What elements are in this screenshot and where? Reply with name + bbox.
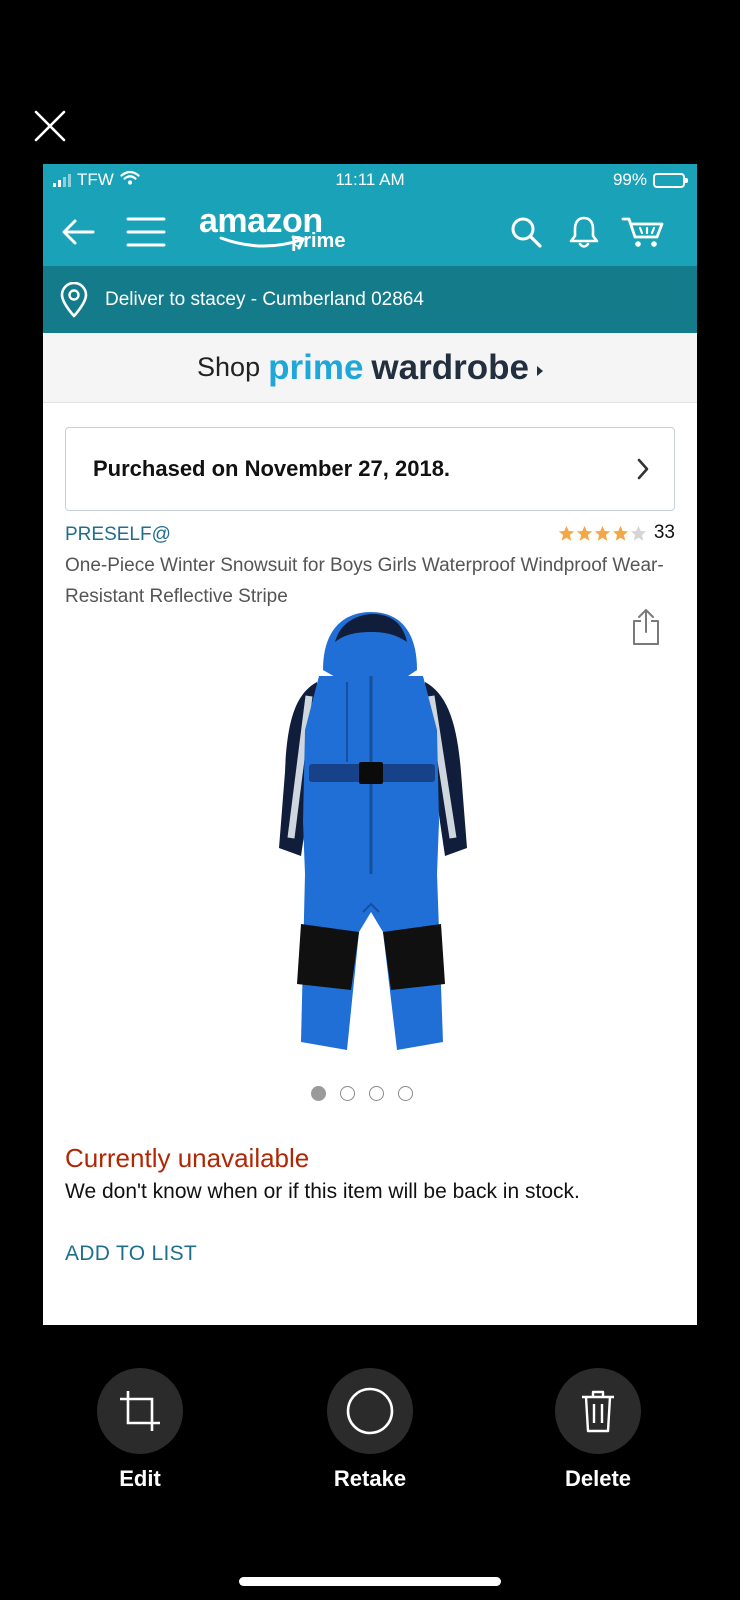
retake-button[interactable] bbox=[327, 1368, 413, 1454]
pagination-dot[interactable] bbox=[398, 1086, 413, 1101]
prime-wardrobe-banner[interactable]: Shop prime wardrobe bbox=[43, 333, 697, 403]
product-title: One-Piece Winter Snowsuit for Boys Girls… bbox=[65, 555, 664, 607]
cart-icon[interactable] bbox=[619, 198, 669, 266]
pagination-dot[interactable] bbox=[311, 1086, 326, 1101]
battery-icon bbox=[653, 172, 688, 188]
banner-shop: Shop bbox=[197, 352, 261, 382]
amazon-header: amazon prime bbox=[43, 198, 697, 266]
image-pagination bbox=[311, 1086, 413, 1101]
delete-button[interactable] bbox=[555, 1368, 641, 1454]
back-arrow-icon[interactable] bbox=[57, 198, 99, 266]
star-icon bbox=[612, 525, 629, 541]
screenshot-preview: TFW 11:11 AM 99% amazon prime Deliver to… bbox=[43, 164, 697, 1325]
brand-link[interactable]: PRESELF@ bbox=[65, 524, 171, 546]
availability-message: We don't know when or if this item will … bbox=[65, 1180, 580, 1203]
star-icon bbox=[594, 525, 611, 541]
retake-circle-icon bbox=[346, 1387, 394, 1435]
close-icon[interactable] bbox=[32, 108, 68, 144]
star-icon bbox=[630, 525, 647, 541]
deliver-to-text: Deliver to stacey - Cumberland 02864 bbox=[105, 288, 424, 310]
edit-label: Edit bbox=[119, 1466, 161, 1491]
review-count: 33 bbox=[653, 522, 675, 543]
menu-icon[interactable] bbox=[125, 198, 167, 266]
add-to-list-link[interactable]: ADD TO LIST bbox=[65, 1242, 197, 1266]
star-icon bbox=[576, 525, 593, 541]
star-icon bbox=[558, 525, 575, 541]
search-icon[interactable] bbox=[505, 198, 547, 266]
delete-label: Delete bbox=[564, 1466, 632, 1491]
chevron-right-icon bbox=[636, 458, 650, 486]
banner-wardrobe: wardrobe bbox=[371, 347, 529, 387]
bell-icon[interactable] bbox=[563, 198, 605, 266]
clock: 11:11 AM bbox=[335, 170, 405, 189]
rating-summary[interactable]: 33 bbox=[558, 522, 675, 544]
purchase-date-text: Purchased on November 27, 2018. bbox=[93, 456, 451, 481]
amazon-prime-logo[interactable]: amazon prime bbox=[199, 201, 345, 252]
status-bar: TFW 11:11 AM 99% bbox=[43, 164, 697, 198]
battery-percent: 99% bbox=[612, 170, 647, 189]
location-pin-icon bbox=[59, 281, 89, 318]
logo-prime: prime bbox=[291, 230, 346, 252]
pagination-dot[interactable] bbox=[369, 1086, 384, 1101]
home-indicator bbox=[239, 1577, 501, 1586]
share-icon[interactable] bbox=[631, 608, 661, 651]
deliver-to-bar[interactable]: Deliver to stacey - Cumberland 02864 bbox=[43, 266, 697, 333]
crop-icon bbox=[120, 1391, 160, 1431]
purchase-history-card[interactable]: Purchased on November 27, 2018. bbox=[65, 427, 675, 511]
pagination-dot[interactable] bbox=[340, 1086, 355, 1101]
star-rating bbox=[558, 525, 647, 542]
edit-button[interactable] bbox=[97, 1368, 183, 1454]
availability-status: Currently unavailable bbox=[65, 1143, 310, 1173]
banner-prime: prime bbox=[268, 347, 364, 387]
caret-right-icon bbox=[536, 365, 543, 376]
retake-label: Retake bbox=[333, 1466, 407, 1491]
trash-icon bbox=[582, 1390, 614, 1433]
product-image-snowsuit[interactable] bbox=[265, 612, 475, 1077]
